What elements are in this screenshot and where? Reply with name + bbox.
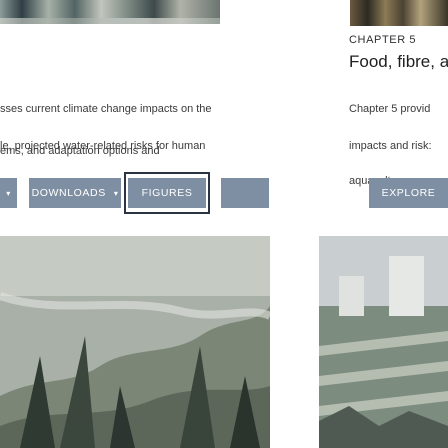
chevron-down-icon: ▾ bbox=[113, 188, 119, 198]
chevron-down-icon: ▾ bbox=[6, 188, 11, 198]
chapter-desc-line-1: Chapter 5 provid bbox=[349, 103, 431, 115]
chapter-5-image-top[interactable] bbox=[350, 0, 448, 26]
figures-label: FIGURES bbox=[141, 187, 193, 199]
partial-downloads-button[interactable]: ▾ bbox=[0, 178, 17, 208]
river-landscape-image bbox=[0, 236, 270, 448]
explore-label: EXPLORE bbox=[381, 187, 436, 199]
chapter-5-image[interactable] bbox=[319, 236, 448, 448]
top-image-strip bbox=[0, 0, 448, 30]
chapter-4-image[interactable] bbox=[0, 236, 270, 448]
chapter-title[interactable]: Food, fibre, a bbox=[349, 52, 448, 72]
figures-button[interactable]: FIGURES bbox=[128, 178, 206, 208]
page: CHAPTER 5 Food, fibre, a Chapter 5 provi… bbox=[0, 0, 448, 448]
crop-field-image bbox=[319, 236, 448, 448]
downloads-label: DOWNLOADS bbox=[31, 187, 106, 199]
explore-button[interactable]: EXPLORE bbox=[369, 178, 448, 208]
downloads-button[interactable]: DOWNLOADS ▾ bbox=[29, 178, 121, 208]
chapter-label: CHAPTER 5 bbox=[349, 34, 417, 46]
chapter-desc-line-2: impacts and risk: bbox=[349, 140, 432, 152]
description-line-3: ems, and adaptation options and bbox=[0, 145, 160, 157]
explore-button-partial[interactable] bbox=[221, 178, 269, 208]
previous-chapter-image[interactable] bbox=[0, 0, 220, 24]
description-line-1: sses current climate change impacts on t… bbox=[0, 103, 212, 115]
